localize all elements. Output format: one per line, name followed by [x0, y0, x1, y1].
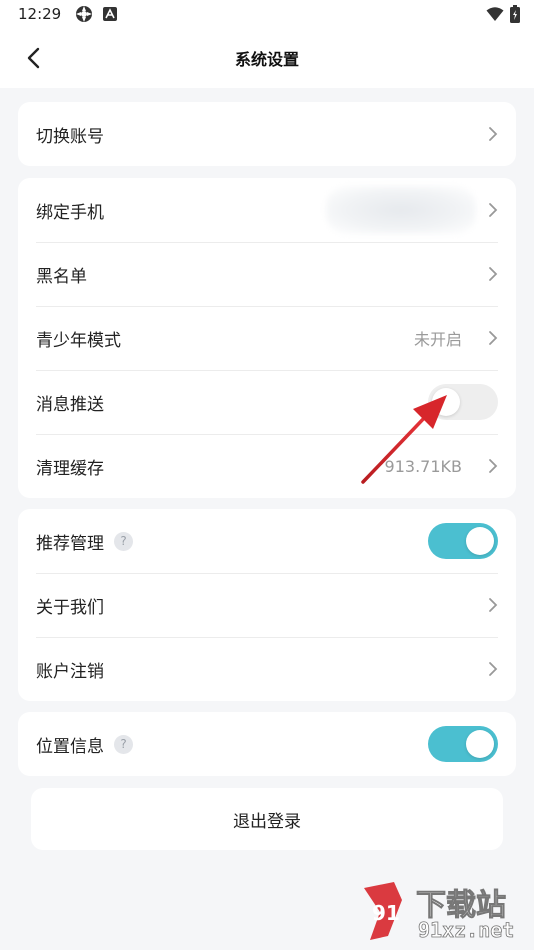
battery-icon — [510, 5, 520, 23]
location-info-label: 位置信息 — [36, 736, 104, 757]
back-arrow-icon[interactable] — [20, 44, 48, 72]
toggle-knob — [466, 527, 494, 555]
logout-button[interactable]: 退出登录 — [31, 788, 503, 850]
settings-group-general: 绑定手机 黑名单 青少年模式 未开启 消息推送 清理缓存 913.71KB — [18, 178, 516, 498]
settings-group-location: 位置信息 ? — [18, 712, 516, 776]
blurred-phone-number — [326, 186, 476, 234]
blacklist-row[interactable]: 黑名单 — [18, 242, 516, 306]
teen-mode-row[interactable]: 青少年模式 未开启 — [18, 306, 516, 370]
help-icon[interactable]: ? — [114, 531, 133, 551]
location-info-row: 位置信息 ? — [18, 712, 516, 776]
teen-mode-value: 未开启 — [413, 330, 462, 349]
svg-text:91: 91 — [372, 901, 400, 925]
message-push-toggle[interactable] — [428, 384, 498, 420]
account-cancel-row[interactable]: 账户注销 — [18, 637, 516, 701]
help-icon[interactable]: ? — [114, 734, 133, 754]
chevron-right-icon — [489, 127, 498, 141]
location-info-toggle[interactable] — [428, 726, 498, 762]
site-watermark: 91 下载站 91xz.net — [358, 876, 528, 946]
bind-phone-row[interactable]: 绑定手机 — [18, 178, 516, 242]
teen-mode-label: 青少年模式 — [36, 330, 121, 351]
page-title: 系统设置 — [234, 50, 299, 69]
chevron-right-icon — [489, 267, 498, 281]
a-notification-icon — [103, 7, 118, 21]
recommend-manage-toggle[interactable] — [428, 523, 498, 559]
chevron-right-icon — [489, 598, 498, 612]
recommend-manage-label: 推荐管理 — [36, 533, 104, 554]
status-time: 12:29 — [18, 5, 62, 23]
nav-header: 系统设置 — [0, 28, 534, 88]
settings-group-account: 切换账号 — [18, 102, 516, 166]
toggle-knob — [466, 730, 494, 758]
clear-cache-label: 清理缓存 — [36, 458, 104, 479]
blacklist-label: 黑名单 — [36, 266, 87, 287]
status-bar: 12:29 — [0, 0, 534, 28]
bind-phone-label: 绑定手机 — [36, 202, 104, 223]
recommend-manage-row: 推荐管理 ? — [18, 509, 516, 573]
account-cancel-label: 账户注销 — [36, 661, 104, 682]
wifi-icon — [486, 7, 504, 21]
watermark-site: 91xz.net — [418, 918, 515, 943]
message-push-row: 消息推送 — [18, 370, 516, 434]
about-us-label: 关于我们 — [36, 597, 104, 618]
chevron-right-icon — [489, 459, 498, 473]
about-us-row[interactable]: 关于我们 — [18, 573, 516, 637]
chevron-right-icon — [489, 331, 498, 345]
switch-account-label: 切换账号 — [36, 126, 104, 147]
toggle-knob — [432, 388, 460, 416]
settings-group-privacy: 推荐管理 ? 关于我们 账户注销 — [18, 509, 516, 701]
chevron-right-icon — [489, 203, 498, 217]
chevron-right-icon — [489, 662, 498, 676]
app-notification-icon — [76, 6, 93, 22]
message-push-label: 消息推送 — [36, 394, 104, 415]
switch-account-row[interactable]: 切换账号 — [18, 102, 516, 166]
cache-size-value: 913.71KB — [384, 456, 462, 476]
clear-cache-row[interactable]: 清理缓存 913.71KB — [18, 434, 516, 498]
